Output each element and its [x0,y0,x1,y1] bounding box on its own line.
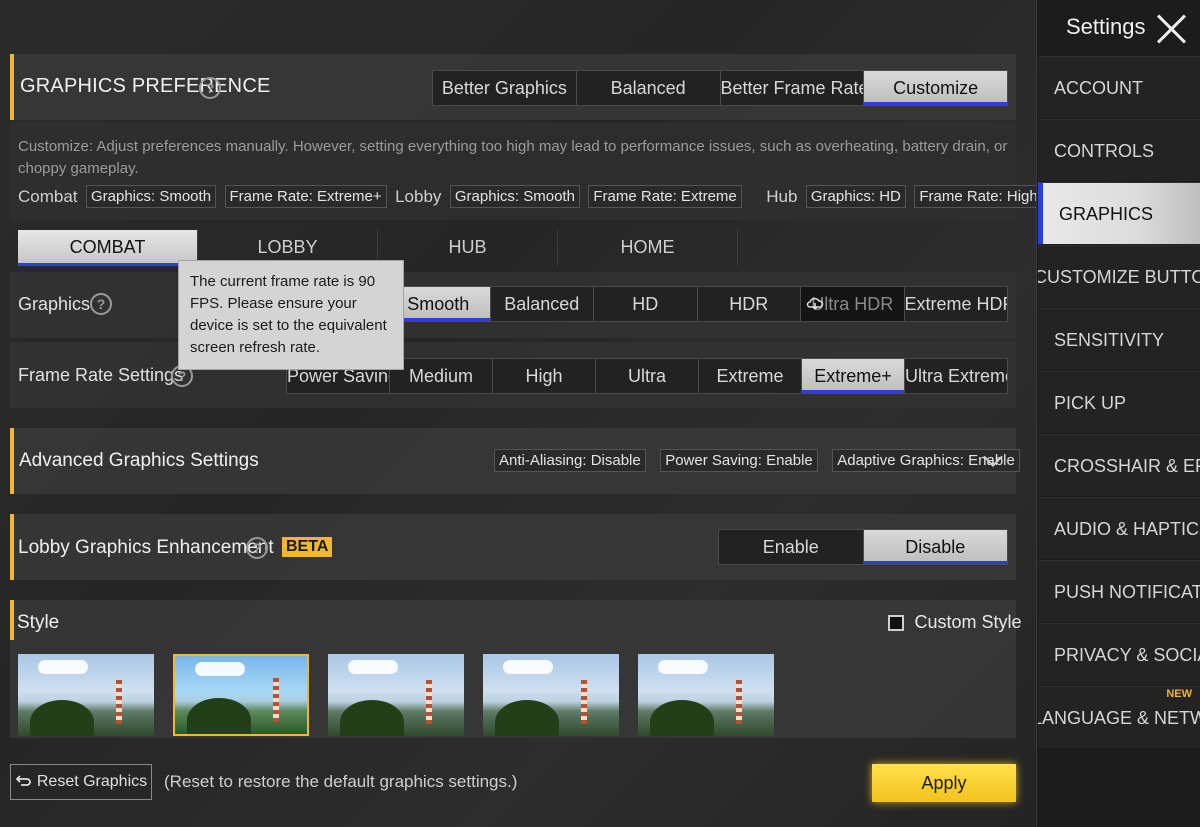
summary-hub-framerate: Frame Rate: High [914,185,1043,208]
accent-bar [10,600,14,640]
graphics-preference-panel: GRAPHICS PREFERENCE ? Better Graphics Ba… [10,54,1016,120]
sidebar-item-controls[interactable]: CONTROLS [1038,119,1200,181]
settings-title: Settings [1066,14,1146,39]
tag-power-saving: Power Saving: Enable [660,449,818,472]
graphics-option-hd[interactable]: HD [594,287,698,321]
tag-anti-aliasing: Anti-Aliasing: Disable [494,449,646,472]
summary-lobby-label: Lobby [395,186,442,206]
frame-rate-label: Frame Rate Settings [18,365,184,385]
style-title: Style [17,612,60,633]
custom-style-label: Custom Style [914,612,1022,632]
summary-hub-graphics: Graphics: HD [805,185,906,208]
cloud-download-icon [806,296,824,311]
framerate-option-ultra-extreme[interactable]: Ultra Extreme [905,359,1007,393]
lobby-enhancement-toggle: Enable Disable [718,529,1008,565]
custom-style-toggle[interactable]: Custom Style [888,612,1022,633]
close-icon[interactable] [1154,12,1188,46]
advanced-graphics-panel[interactable]: Advanced Graphics Settings Anti-Aliasing… [10,428,1020,494]
graphics-preference-selector: Better Graphics Balanced Better Frame Ra… [432,70,1008,106]
undo-icon [15,765,31,799]
summary-combat-graphics: Graphics: Smooth [85,185,217,208]
sidebar-item-crosshair-effects[interactable]: CROSSHAIR & EFFECTS [1038,434,1200,496]
beta-badge: BETA [282,537,333,557]
tab-hub[interactable]: HUB [378,230,558,266]
lobby-enhancement-title: Lobby Graphics Enhancement [18,537,274,558]
accent-bar [10,428,14,494]
custom-style-checkbox[interactable] [888,614,904,631]
advanced-graphics-title: Advanced Graphics Settings [19,450,259,471]
new-badge: NEW [1166,688,1192,700]
customize-description-panel: Customize: Adjust preferences manually. … [10,122,1043,220]
graphics-preference-title: GRAPHICS PREFERENCE [20,75,271,97]
advanced-graphics-tags: Anti-Aliasing: Disable Power Saving: Ena… [494,449,1024,472]
summary-lobby-graphics: Graphics: Smooth [449,185,580,208]
framerate-option-ultra[interactable]: Ultra [596,359,699,393]
summary-combat-label: Combat [18,186,78,206]
preference-option-better-graphics[interactable]: Better Graphics [433,71,577,105]
help-icon[interactable]: ? [246,537,268,559]
style-thumbnail-4[interactable] [483,654,619,736]
apply-button[interactable]: Apply [872,764,1016,802]
mode-tabs: COMBAT LOBBY HUB HOME [18,230,1018,266]
customize-description: Customize: Adjust preferences manually. … [18,138,1008,177]
style-thumbnail-1[interactable] [18,654,154,736]
summary-combat-framerate: Frame Rate: Extreme+ [224,185,387,208]
graphics-option-extreme-hdr[interactable]: Extreme HDR [904,287,1007,321]
lobby-enhancement-enable[interactable]: Enable [719,530,864,564]
summary-hub-label: Hub [766,186,798,206]
style-thumbnail-5[interactable] [638,654,774,736]
framerate-option-extreme[interactable]: Extreme [699,359,802,393]
frame-rate-tooltip: The current frame rate is 90 FPS. Please… [178,260,404,370]
sidebar-item-language-network[interactable]: LANGUAGE & NETWORK NEW [1038,686,1200,748]
reset-graphics-button[interactable]: Reset Graphics [10,764,152,800]
accent-bar [10,54,14,120]
sidebar-item-graphics[interactable]: GRAPHICS [1038,182,1200,244]
accent-bar [10,514,14,580]
reset-graphics-label: Reset Graphics [36,773,148,790]
lobby-enhancement-panel: Lobby Graphics Enhancement ? BETA Enable… [10,514,1016,580]
sidebar-item-push-notifications[interactable]: PUSH NOTIFICATIONS [1038,560,1200,622]
help-icon[interactable]: ? [199,77,221,99]
tab-combat[interactable]: COMBAT [18,230,198,266]
sidebar-item-account[interactable]: ACCOUNT [1038,56,1200,118]
graphics-option-balanced[interactable]: Balanced [490,287,594,321]
sidebar-item-audio-haptics[interactable]: AUDIO & HAPTICS [1038,497,1200,559]
framerate-option-medium[interactable]: Medium [390,359,493,393]
help-icon[interactable]: ? [90,293,112,315]
style-thumbnail-3[interactable] [328,654,464,736]
lobby-enhancement-disable[interactable]: Disable [863,530,1007,564]
preference-option-customize[interactable]: Customize [864,71,1007,105]
graphics-quality-selector: Smooth Balanced HD HDR Ultra HDR Extreme… [386,286,1008,322]
graphics-label: Graphics [18,294,91,314]
settings-main-area: GRAPHICS PREFERENCE ? Better Graphics Ba… [0,0,1043,827]
summary-lobby-framerate: Frame Rate: Extreme [588,185,742,208]
tab-home[interactable]: HOME [558,230,738,266]
sidebar-item-customize-buttons[interactable]: CUSTOMIZE BUTTONS [1038,245,1200,307]
framerate-option-extreme-plus[interactable]: Extreme+ [802,359,905,393]
style-thumbnail-2[interactable] [173,654,309,736]
sidebar-item-sensitivity[interactable]: SENSITIVITY [1038,308,1200,370]
framerate-option-high[interactable]: High [493,359,596,393]
sidebar-item-privacy-social[interactable]: PRIVACY & SOCIAL [1038,623,1200,685]
preference-summary: Combat Graphics: Smooth Frame Rate: Extr… [18,185,1047,208]
preference-option-better-frame-rate[interactable]: Better Frame Rate [720,71,865,105]
reset-hint: (Reset to restore the default graphics s… [164,772,518,791]
graphics-option-hdr[interactable]: HDR [697,287,801,321]
preference-option-balanced[interactable]: Balanced [576,71,721,105]
sidebar-item-pick-up[interactable]: PICK UP [1038,371,1200,433]
